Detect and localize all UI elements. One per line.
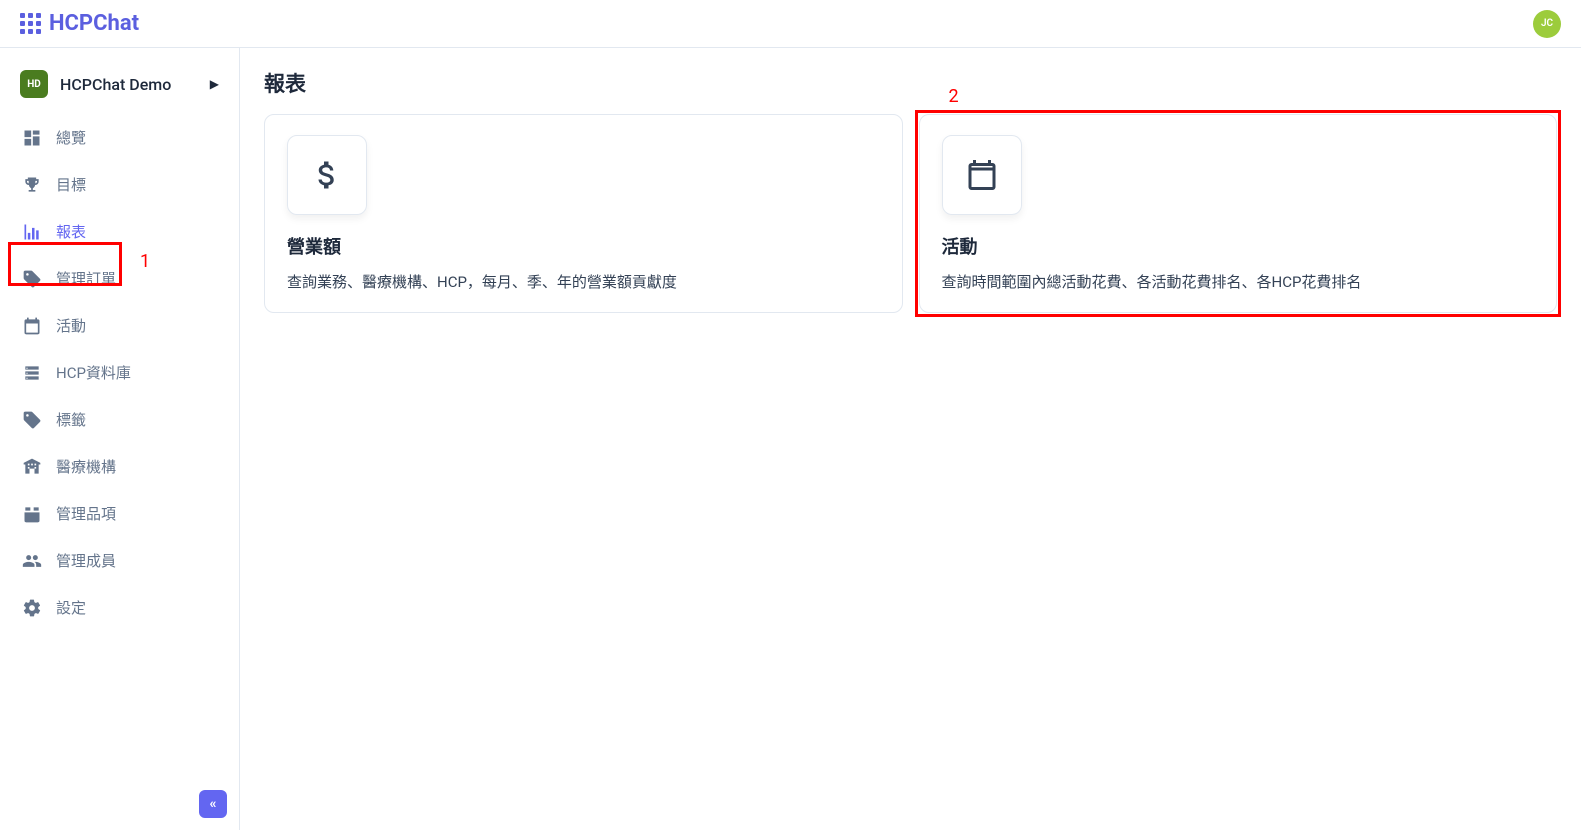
sidebar-item-label: 管理訂單 — [56, 268, 116, 289]
gear-icon — [22, 598, 42, 618]
calendar-icon — [964, 157, 1000, 193]
annotation-label-1: 1 — [140, 251, 150, 272]
card-wrapper-events: 2 活動 查詢時間範圍內總活動花費、各活動花費排名、各HCP花費排名 — [919, 114, 1558, 313]
sidebar-item-label: 管理品項 — [56, 503, 116, 524]
sidebar-item-products[interactable]: 管理品項 — [0, 490, 239, 537]
report-card-events[interactable]: 活動 查詢時間範圍內總活動花費、各活動花費排名、各HCP花費排名 — [919, 114, 1558, 313]
sidebar-item-hcp-database[interactable]: HCP資料庫 — [0, 349, 239, 396]
sidebar-item-label: 管理成員 — [56, 550, 116, 571]
tag-icon — [22, 410, 42, 430]
sidebar-item-label: HCP資料庫 — [56, 362, 131, 383]
people-icon — [22, 551, 42, 571]
dashboard-icon — [22, 128, 42, 148]
caret-right-icon: ▶ — [210, 77, 219, 91]
sidebar-item-events[interactable]: 活動 — [0, 302, 239, 349]
card-icon-box — [942, 135, 1022, 215]
card-description: 查詢業務、醫療機構、HCP，每月、季、年的營業額貢獻度 — [287, 271, 880, 292]
sidebar: 1 HD HCPChat Demo ▶ 總覽 目標 — [0, 48, 240, 830]
logo-grid-icon — [20, 13, 41, 34]
card-icon-box — [287, 135, 367, 215]
database-icon — [22, 363, 42, 383]
sidebar-item-reports[interactable]: 報表 — [0, 208, 239, 255]
sidebar-item-label: 總覽 — [56, 127, 86, 148]
app-name: HCPChat — [49, 11, 139, 36]
user-avatar[interactable]: JC — [1533, 10, 1561, 38]
chevron-double-left-icon: « — [210, 796, 217, 812]
package-icon — [22, 504, 42, 524]
sidebar-item-orders[interactable]: 管理訂單 — [0, 255, 239, 302]
report-cards: 營業額 查詢業務、醫療機構、HCP，每月、季、年的營業額貢獻度 2 活動 查詢時… — [264, 114, 1557, 313]
hospital-icon — [22, 457, 42, 477]
sidebar-item-label: 標籤 — [56, 409, 86, 430]
sidebar-item-label: 設定 — [56, 597, 86, 618]
sidebar-item-label: 活動 — [56, 315, 86, 336]
sidebar-collapse-button[interactable]: « — [199, 790, 227, 818]
nav-list: 總覽 目標 報表 管理訂單 — [0, 114, 239, 631]
annotation-label-2: 2 — [949, 86, 959, 107]
card-title: 活動 — [942, 233, 1535, 259]
sidebar-item-label: 報表 — [56, 221, 86, 242]
sidebar-item-tags[interactable]: 標籤 — [0, 396, 239, 443]
sidebar-item-institutions[interactable]: 醫療機構 — [0, 443, 239, 490]
sidebar-item-settings[interactable]: 設定 — [0, 584, 239, 631]
app-logo[interactable]: HCPChat — [20, 11, 139, 36]
chart-icon — [22, 222, 42, 242]
card-description: 查詢時間範圍內總活動花費、各活動花費排名、各HCP花費排名 — [942, 271, 1535, 292]
workspace-badge: HD — [20, 70, 48, 98]
trophy-icon — [22, 175, 42, 195]
sidebar-item-overview[interactable]: 總覽 — [0, 114, 239, 161]
workspace-name: HCPChat Demo — [60, 75, 198, 94]
app-header: HCPChat JC — [0, 0, 1581, 48]
sidebar-item-label: 醫療機構 — [56, 456, 116, 477]
avatar-initials: JC — [1541, 18, 1553, 29]
calendar-icon — [22, 316, 42, 336]
sidebar-item-members[interactable]: 管理成員 — [0, 537, 239, 584]
report-card-revenue[interactable]: 營業額 查詢業務、醫療機構、HCP，每月、季、年的營業額貢獻度 — [264, 114, 903, 313]
card-title: 營業額 — [287, 233, 880, 259]
main-content: 報表 營業額 查詢業務、醫療機構、HCP，每月、季、年的營業額貢獻度 2 活動 … — [240, 48, 1581, 830]
sidebar-item-label: 目標 — [56, 174, 86, 195]
ticket-icon — [22, 269, 42, 289]
workspace-selector[interactable]: HD HCPChat Demo ▶ — [0, 62, 239, 114]
dollar-icon — [309, 157, 345, 193]
page-title: 報表 — [264, 68, 1557, 98]
sidebar-item-goals[interactable]: 目標 — [0, 161, 239, 208]
